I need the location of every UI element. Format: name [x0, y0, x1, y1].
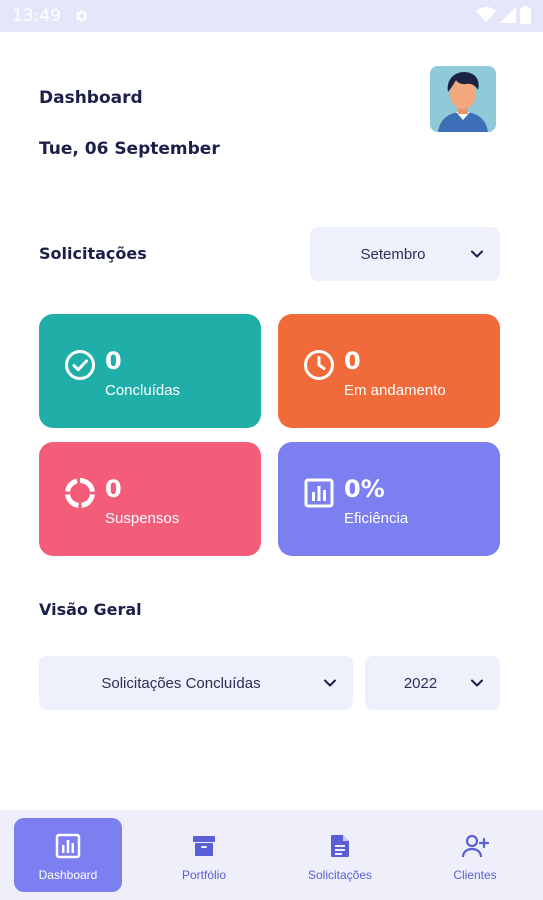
chevron-down-icon [323, 676, 337, 694]
settings-gear-icon [73, 8, 89, 24]
year-select[interactable]: 2022 [365, 656, 500, 710]
chevron-down-icon [470, 247, 484, 265]
avatar[interactable] [430, 66, 496, 132]
nav-label: Dashboard [38, 868, 98, 882]
card-eficiencia[interactable]: 0% Eficiência [278, 442, 500, 556]
document-icon [326, 832, 354, 860]
current-date: Tue, 06 September [39, 139, 220, 159]
card-suspensos[interactable]: 0 Suspensos [39, 442, 261, 556]
request-type-select-value: Solicitações Concluídas [101, 674, 261, 692]
battery-icon [520, 6, 531, 29]
card-em-andamento[interactable]: 0 Em andamento [278, 314, 500, 428]
status-icons [476, 6, 531, 29]
add-user-icon [461, 832, 489, 860]
card-label: Em andamento [344, 382, 446, 399]
card-value: 0 [105, 475, 122, 503]
month-select[interactable]: Setembro [310, 227, 500, 281]
status-time: 13:49 [12, 6, 61, 26]
bottom-navigation: Dashboard Portfólio Solicitações Cliente… [0, 810, 543, 900]
nav-label: Solicitações [307, 868, 373, 882]
card-label: Concluídas [105, 382, 181, 399]
overview-section-title: Visão Geral [39, 600, 142, 619]
nav-label: Clientes [453, 868, 497, 882]
dashboard-icon [54, 832, 82, 860]
nav-item-clientes[interactable]: Clientes [421, 818, 529, 892]
nav-item-solicitacoes[interactable]: Solicitações [286, 818, 394, 892]
clock-icon [303, 349, 335, 381]
chevron-down-icon [470, 676, 484, 694]
month-select-value: Setembro [360, 245, 426, 263]
year-select-value: 2022 [403, 674, 438, 692]
requests-section-title: Solicitações [39, 244, 147, 263]
card-value: 0 [344, 347, 361, 375]
nav-item-dashboard[interactable]: Dashboard [14, 818, 122, 892]
page-title: Dashboard [39, 88, 143, 108]
card-value: 0% [344, 475, 385, 503]
signal-icon [500, 6, 516, 29]
card-value: 0 [105, 347, 122, 375]
check-circle-icon [64, 349, 96, 381]
nav-label: Portfólio [181, 868, 227, 882]
archive-icon [190, 832, 218, 860]
card-concluidas[interactable]: 0 Concluídas [39, 314, 261, 428]
card-label: Eficiência [344, 510, 409, 527]
card-label: Suspensos [105, 510, 180, 527]
nav-item-portfolio[interactable]: Portfólio [150, 818, 258, 892]
wifi-icon [476, 6, 496, 29]
bar-chart-icon [303, 477, 335, 509]
request-type-select[interactable]: Solicitações Concluídas [39, 656, 353, 710]
status-bar: 13:49 [0, 0, 543, 32]
progress-ring-icon [64, 477, 96, 509]
